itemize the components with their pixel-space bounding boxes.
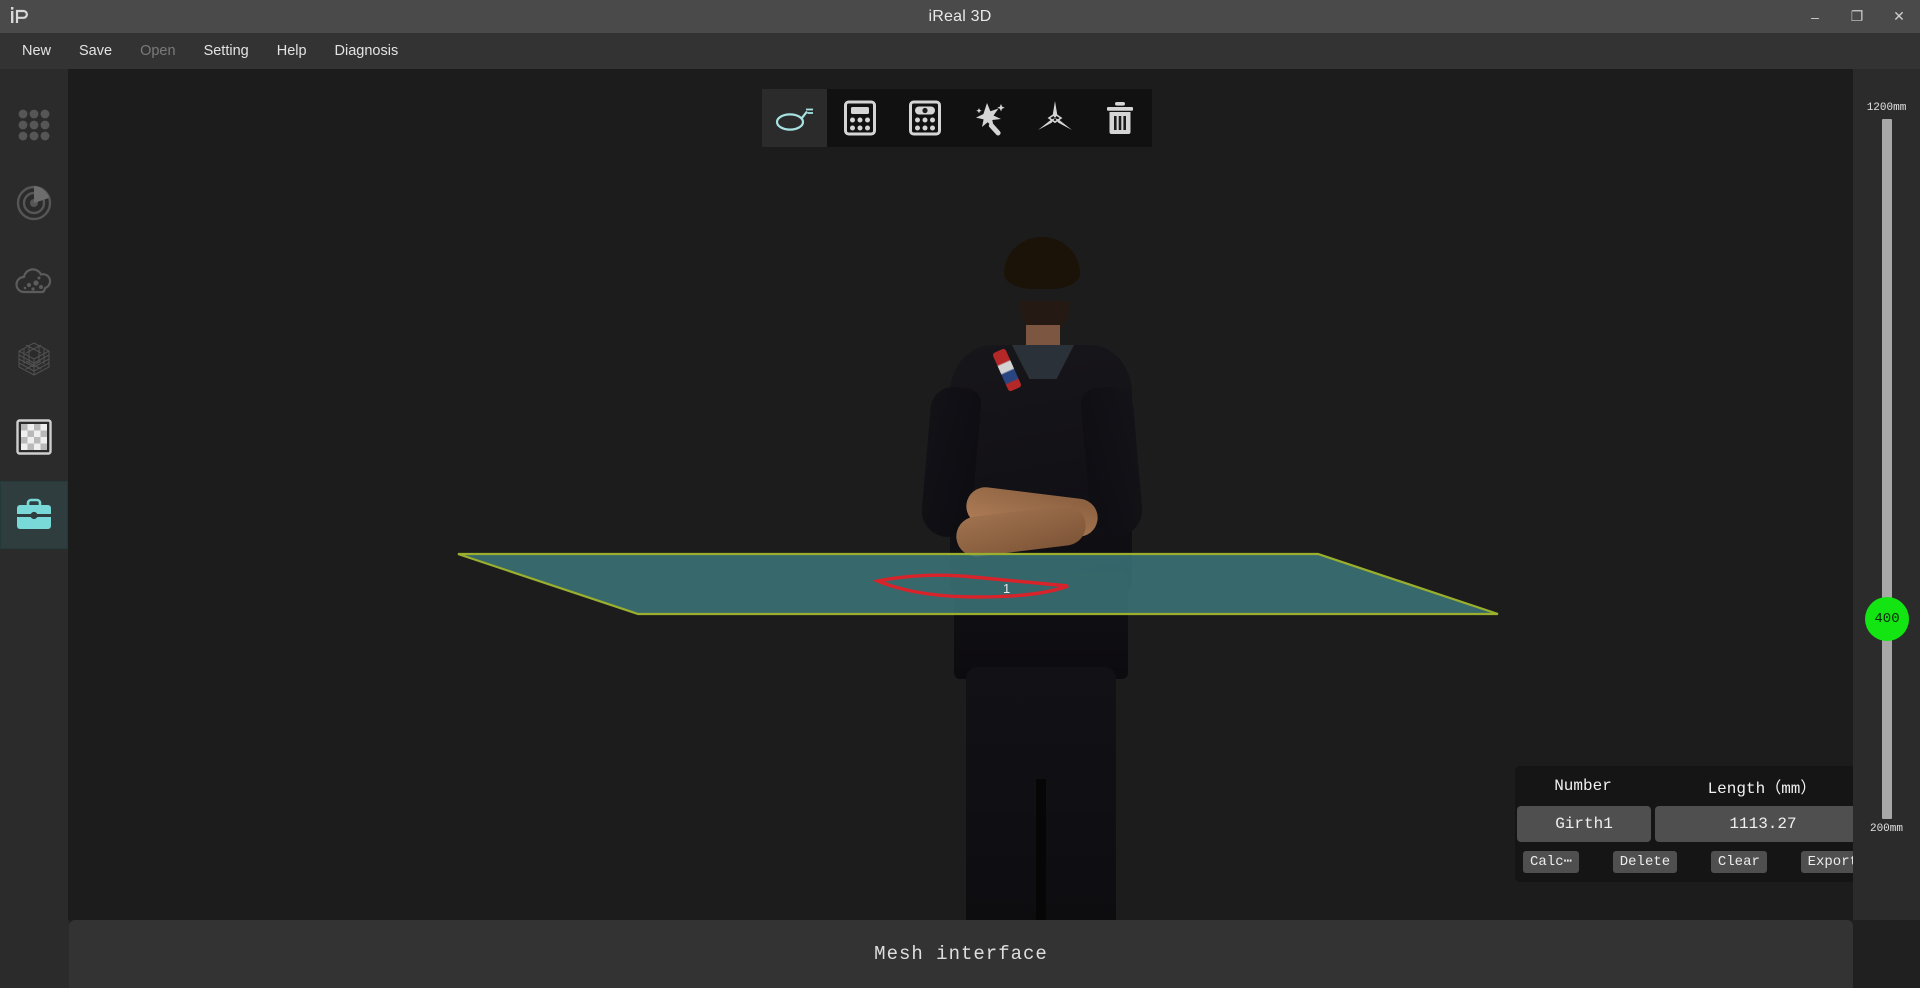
window-title: iReal 3D xyxy=(928,8,992,25)
scale-top-label: 1200mm xyxy=(1866,102,1907,114)
results-header-length: Length（mm） xyxy=(1707,780,1817,798)
menu-bar: New Save Open Setting Help Diagnosis xyxy=(0,33,1920,70)
result-length-cell[interactable]: 1113.27 xyxy=(1655,806,1853,842)
results-header-number: Number xyxy=(1554,777,1612,795)
viewport-3d[interactable]: 1 Number Length（mm） Girth1 1113.27 Calc⋯… xyxy=(68,69,1853,920)
results-header-row: Number Length（mm） xyxy=(1515,766,1853,806)
menu-setting[interactable]: Setting xyxy=(190,33,263,69)
status-text: Mesh interface xyxy=(874,943,1048,965)
sidebar-mesh-icon[interactable] xyxy=(0,325,68,393)
toolbox-icon xyxy=(17,498,51,529)
cutting-plane[interactable] xyxy=(457,552,1499,624)
left-sidebar xyxy=(0,69,69,920)
sidebar-toolbox-icon[interactable] xyxy=(0,481,68,549)
model-leg-gap xyxy=(1036,779,1046,920)
menu-open: Open xyxy=(140,43,176,59)
scale-handle[interactable]: 400 xyxy=(1865,597,1909,641)
measurement-results-panel: Number Length（mm） Girth1 1113.27 Calc⋯ D… xyxy=(1515,766,1853,882)
minimize-button[interactable]: – xyxy=(1794,0,1836,33)
axis-gizmo[interactable]: Y Z X xyxy=(1783,907,1853,920)
window-controls: – ❐ ✕ xyxy=(1794,0,1920,33)
scale-track[interactable] xyxy=(1882,119,1892,819)
scale-slider-panel: 1200mm 400 200mm xyxy=(1853,69,1920,920)
menu-help[interactable]: Help xyxy=(263,33,321,69)
status-bar-left-fill xyxy=(0,920,69,988)
export-button[interactable]: Export xyxy=(1800,851,1853,873)
results-actions: Calc⋯ Delete Clear Export xyxy=(1515,842,1853,882)
wireframe-cube-icon xyxy=(18,342,50,376)
close-button[interactable]: ✕ xyxy=(1878,0,1920,33)
calc-button[interactable]: Calc⋯ xyxy=(1523,851,1580,873)
point-cloud-icon xyxy=(15,268,52,294)
sidebar-pointcloud-icon[interactable] xyxy=(0,247,68,315)
menu-diagnosis[interactable]: Diagnosis xyxy=(321,33,413,69)
maximize-button[interactable]: ❐ xyxy=(1836,0,1878,33)
sidebar-texture-icon[interactable] xyxy=(0,403,68,471)
title-bar: iReal 3D – ❐ ✕ xyxy=(0,0,1920,33)
delete-button[interactable]: Delete xyxy=(1612,851,1678,873)
clear-button[interactable]: Clear xyxy=(1710,851,1767,873)
status-bar: Mesh interface xyxy=(69,920,1853,988)
dot-grid-icon xyxy=(18,109,50,141)
table-row[interactable]: Girth1 1113.27 xyxy=(1515,806,1853,842)
sidebar-alignment-icon[interactable] xyxy=(0,169,68,237)
menu-save[interactable]: Save xyxy=(65,33,126,69)
girth-marker-label: 1 xyxy=(1003,581,1011,596)
app-window: iReal 3D – ❐ ✕ New Save Open Setting Hel… xyxy=(0,0,1920,988)
scale-bottom-label: 200mm xyxy=(1869,823,1903,835)
radar-target-icon xyxy=(16,185,52,221)
menu-new[interactable]: New xyxy=(8,33,65,69)
checker-grid-icon xyxy=(16,419,52,455)
result-number-cell[interactable]: Girth1 xyxy=(1517,806,1651,842)
sidebar-scan-grid-icon[interactable] xyxy=(0,91,68,159)
